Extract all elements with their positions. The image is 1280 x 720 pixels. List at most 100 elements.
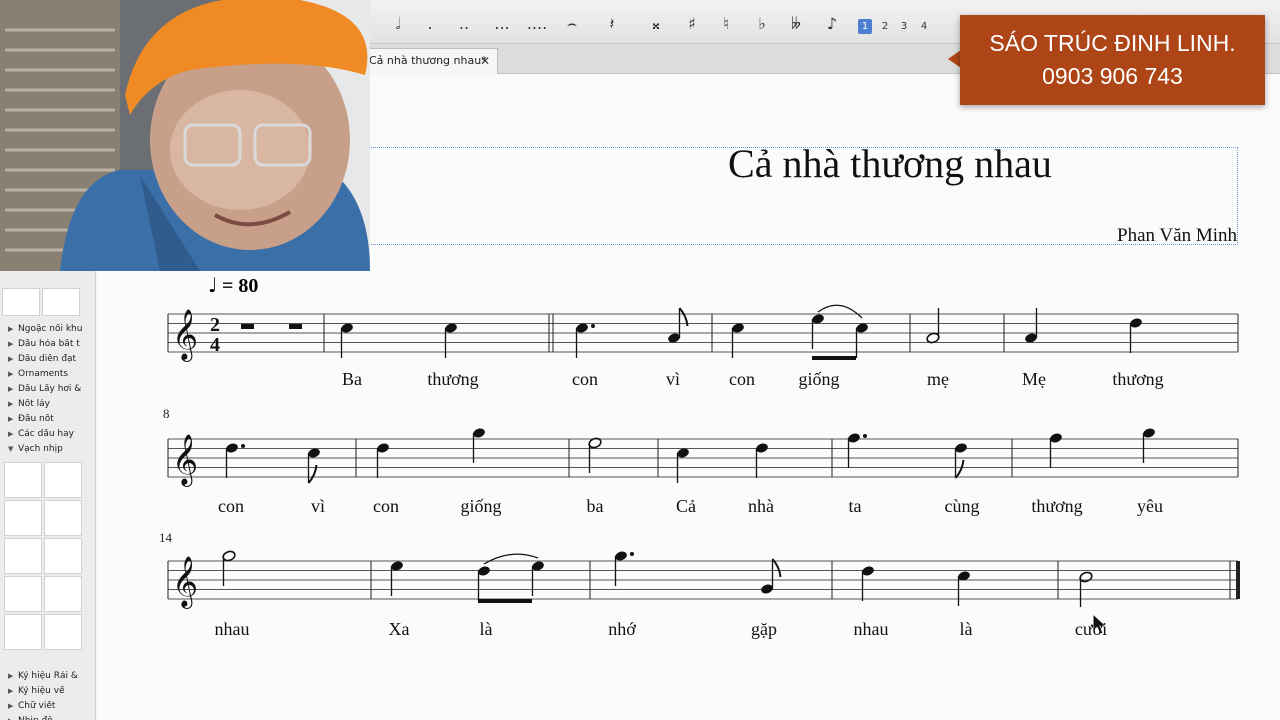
lyric-syllable[interactable]: thương <box>1031 496 1082 517</box>
lyric-syllable[interactable]: con <box>572 369 598 390</box>
palette-section[interactable]: ▶ Ký hiệu Rải & <box>8 671 86 681</box>
sharp-button[interactable]: ♯ <box>680 12 704 36</box>
palette-section[interactable]: ▶ Dấu hóa bất t <box>8 339 86 349</box>
voice-4-button[interactable]: 4 <box>917 19 931 34</box>
expand-icon[interactable]: ▶ <box>8 687 18 695</box>
half-note-button[interactable]: 𝅗𝅥 <box>386 12 410 36</box>
palette-section[interactable]: ▶ Ký hiệu về <box>8 686 86 696</box>
barline-cell[interactable] <box>44 500 82 536</box>
lyric-syllable[interactable]: nhà <box>748 496 774 517</box>
expand-icon[interactable]: ▶ <box>8 702 18 710</box>
natural-button[interactable]: ♮ <box>714 12 738 36</box>
palette-section-label: Đầu nốt <box>18 414 54 424</box>
palette-section[interactable]: ▼ Vạch nhịp <box>8 444 86 454</box>
lyric-syllable[interactable]: là <box>480 619 493 640</box>
expand-icon[interactable]: ▼ <box>8 445 18 453</box>
palette-section[interactable]: ▶ Chữ viết <box>8 701 86 711</box>
lyric-syllable[interactable]: gặp <box>751 619 777 640</box>
time-signature-cell[interactable] <box>2 288 40 316</box>
score-title[interactable]: Cả nhà thương nhau <box>360 140 1280 187</box>
voice-1-button[interactable]: 1 <box>858 19 872 34</box>
lyric-syllable[interactable]: nhau <box>854 619 889 640</box>
palette-section-label: Ngoặc nối khu <box>18 324 83 334</box>
quad-dot-button[interactable]: .... <box>525 12 549 36</box>
lyric-syllable[interactable]: giống <box>798 369 839 390</box>
presenter-video <box>0 0 370 271</box>
barline-cell[interactable] <box>4 500 42 536</box>
lyric-syllable[interactable]: vì <box>311 496 325 517</box>
lyric-syllable[interactable]: ta <box>849 496 862 517</box>
expand-icon[interactable]: ▶ <box>8 355 18 363</box>
close-tab-icon[interactable]: ✕ <box>480 49 490 73</box>
double-sharp-button[interactable]: 𝄪 <box>644 12 668 36</box>
lyric-syllable[interactable]: con <box>373 496 399 517</box>
lyric-syllable[interactable]: cười <box>1075 619 1107 640</box>
palette-section[interactable]: ▶ Dấu Lấy hơi & <box>8 384 86 394</box>
lyric-syllable[interactable]: Xa <box>389 619 410 640</box>
palette-section-label: Dấu hóa bất t <box>18 339 80 349</box>
tie-button[interactable]: ⌢ <box>560 12 584 36</box>
lyric-syllable[interactable]: Mẹ <box>1022 369 1046 390</box>
barline-cell[interactable] <box>4 576 42 612</box>
lyric-syllable[interactable]: thương <box>427 369 478 390</box>
grace-note-button[interactable]: ♪ <box>820 12 844 36</box>
dot-button[interactable]: . <box>418 12 442 36</box>
palette-section[interactable]: ▶ Đầu nốt <box>8 414 86 424</box>
expand-icon[interactable]: ▶ <box>8 400 18 408</box>
lyric-syllable[interactable]: là <box>960 619 973 640</box>
lyric-syllable[interactable]: ba <box>587 496 604 517</box>
barline-cell[interactable] <box>4 462 42 498</box>
time-signature-cell[interactable] <box>42 288 80 316</box>
barline-cell[interactable] <box>4 538 42 574</box>
palette-section-label: Nhịp độ <box>18 716 53 720</box>
composer-text[interactable]: Phan Văn Minh <box>1117 225 1237 247</box>
voice-2-button[interactable]: 2 <box>878 19 892 34</box>
voice-3-button[interactable]: 3 <box>897 19 911 34</box>
lyric-syllable[interactable]: cùng <box>945 496 980 517</box>
palette-section[interactable]: ▶ Ngoặc nối khu <box>8 324 86 334</box>
flat-button[interactable]: ♭ <box>750 12 774 36</box>
tab-ca-nha-thuong-nhau[interactable]: Cả nhà thương nhau* ✕ <box>360 48 498 74</box>
lyric-syllable[interactable]: thương <box>1112 369 1163 390</box>
lyric-syllable[interactable]: giống <box>460 496 501 517</box>
barline-cell[interactable] <box>44 576 82 612</box>
tempo-marking[interactable]: = 80 <box>222 275 258 298</box>
expand-icon[interactable]: ▶ <box>8 385 18 393</box>
double-flat-button[interactable]: 𝄫 <box>784 12 808 36</box>
tab-label: Cả nhà thương nhau* <box>369 54 487 67</box>
expand-icon[interactable]: ▶ <box>8 672 18 680</box>
lyric-syllable[interactable]: con <box>218 496 244 517</box>
lyric-syllable[interactable]: nhau <box>215 619 250 640</box>
palette-section[interactable]: ▶ Nốt láy <box>8 399 86 409</box>
expand-icon[interactable]: ▶ <box>8 415 18 423</box>
quarter-note-icon: ♩ <box>208 273 218 297</box>
double-dot-button[interactable]: .. <box>452 12 476 36</box>
expand-icon[interactable]: ▶ <box>8 340 18 348</box>
lyric-syllable[interactable]: mẹ <box>927 369 949 390</box>
lyric-syllable[interactable]: nhớ <box>608 619 636 640</box>
lyric-syllable[interactable]: con <box>729 369 755 390</box>
expand-icon[interactable]: ▶ <box>8 370 18 378</box>
barline-cell[interactable] <box>44 462 82 498</box>
palette-section[interactable]: ▶ Dấu diễn đạt <box>8 354 86 364</box>
palette-section[interactable]: ▶ Ornaments <box>8 369 86 379</box>
palette-section[interactable]: ▶Nhịp độ <box>8 716 86 720</box>
rest-button[interactable]: 𝄽 <box>600 12 624 36</box>
lyric-syllable[interactable]: yêu <box>1137 496 1163 517</box>
barline-cell[interactable] <box>44 614 82 650</box>
triple-dot-button[interactable]: ... <box>490 12 514 36</box>
measure-number: 14 <box>159 530 172 545</box>
lyric-syllable[interactable]: Ba <box>342 369 362 390</box>
contact-name: SÁO TRÚC ĐINH LINH. <box>989 30 1236 56</box>
palette-section-label: Ký hiệu về <box>18 686 65 696</box>
lyric-syllable[interactable]: Cả <box>676 496 696 517</box>
lyric-syllable[interactable]: vì <box>666 369 680 390</box>
barline-cell[interactable] <box>44 538 82 574</box>
barline-cell[interactable] <box>4 614 42 650</box>
expand-icon[interactable]: ▶ <box>8 430 18 438</box>
expand-icon[interactable]: ▶ <box>8 325 18 333</box>
palette-section-label: Dấu diễn đạt <box>18 354 77 364</box>
palette-section[interactable]: ▶ Các dấu hay <box>8 429 86 439</box>
palette-section-label: Ký hiệu Rải & <box>18 671 78 681</box>
palette-section-label: Nốt láy <box>18 399 50 409</box>
